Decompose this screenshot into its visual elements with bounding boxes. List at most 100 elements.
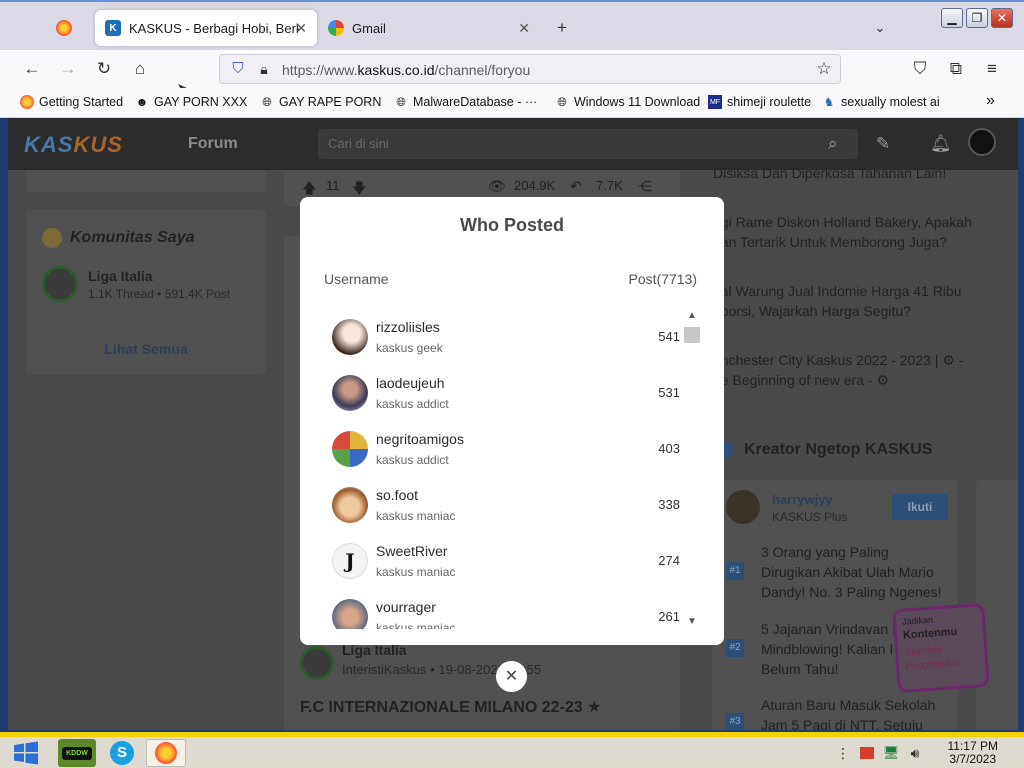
poster-avatar[interactable]: J: [332, 543, 368, 579]
tab-kaskus[interactable]: K KASKUS - Berbagi Hobi, Berk ✕: [95, 10, 317, 46]
scrollbar-thumb[interactable]: [684, 327, 700, 343]
tab-gmail[interactable]: Gmail ✕: [318, 10, 540, 46]
rank-badge: #2: [726, 639, 744, 657]
poster-count: 274: [658, 553, 680, 568]
volume-icon[interactable]: 🔊︎: [906, 739, 924, 767]
ranked-article[interactable]: 3 Orang yang Paling Dirugikan Akibat Ulah…: [761, 542, 942, 602]
system-clock[interactable]: 11:17 PM 3/7/2023: [948, 740, 998, 766]
close-modal-button[interactable]: ✕: [496, 661, 527, 692]
reply-arrow-icon[interactable]: ↶: [570, 178, 582, 195]
scroll-down-arrow-icon[interactable]: ▼: [684, 615, 700, 629]
bookmark-getting-started[interactable]: Getting Started: [20, 95, 123, 109]
search-icon[interactable]: ⌕: [828, 134, 838, 154]
poster-row[interactable]: so.foot kaskus maniac 338: [324, 477, 680, 533]
poster-rank: kaskus maniac: [376, 509, 456, 523]
firefox-icon: [56, 20, 72, 36]
minimize-window-button[interactable]: ▁: [941, 8, 963, 28]
firefox-icon: [20, 95, 34, 109]
lock-icon[interactable]: 🔒︎: [254, 59, 274, 79]
headline-item[interactable]: gan Tertarik Untuk Memborong Juga?: [713, 234, 947, 250]
address-bar[interactable]: ⛉ 🔒︎ https://www.kaskus.co.id/channel/fo…: [219, 54, 841, 84]
forum-link[interactable]: Forum: [188, 135, 238, 153]
poster-avatar[interactable]: [332, 431, 368, 467]
community-name[interactable]: Liga Italia: [88, 268, 153, 284]
kreator-name[interactable]: harrywjyy: [772, 492, 833, 507]
extensions-puzzle-icon[interactable]: ⧉: [946, 59, 966, 79]
bookmark-star-icon[interactable]: ☆: [814, 59, 834, 79]
share-count: 7.7K: [596, 178, 623, 193]
post-title[interactable]: F.C INTERNAZIONALE MILANO 22-23 ★: [300, 697, 601, 717]
poster-username[interactable]: so.foot: [376, 487, 418, 503]
headline-item[interactable]: Disiksa Dan Diperkosa Tahanan Lain!: [713, 165, 946, 181]
bookmark-item[interactable]: 🌐︎ MalwareDatabase - ···: [394, 95, 537, 110]
poster-avatar[interactable]: [332, 599, 368, 629]
home-icon[interactable]: ⌂: [130, 59, 150, 79]
tab-firefox-view[interactable]: [56, 10, 80, 46]
poster-username[interactable]: vourrager: [376, 599, 436, 615]
kreator-badge: KASKUS Plus: [772, 510, 848, 524]
poster-username[interactable]: SweetRiver: [376, 543, 448, 559]
poster-list-scrollbar[interactable]: ▲ ▼: [684, 309, 700, 629]
more-bookmarks-chevron-icon[interactable]: »: [986, 92, 995, 110]
poster-avatar[interactable]: [332, 319, 368, 355]
maximize-window-button[interactable]: ❐: [966, 8, 988, 28]
komunitas-card: Komunitas Saya Liga Italia 1.1K Thread •…: [26, 210, 266, 374]
bell-icon[interactable]: 🔔︎: [930, 134, 952, 154]
kaskus-search-input[interactable]: Cari di sini ⌕: [318, 129, 858, 159]
bookmark-item[interactable]: ☻ GAY PORN XXX: [135, 95, 248, 109]
kdenlive-taskbar-icon[interactable]: KDDW: [58, 739, 96, 767]
skype-taskbar-icon[interactable]: S: [104, 739, 140, 767]
close-window-button[interactable]: ✕: [991, 8, 1013, 28]
who-posted-modal: Who Posted Username Post(7713) rizzoliis…: [300, 197, 724, 645]
ranked-article[interactable]: Aturan Baru Masuk Sekolah Jam 5 Pagi di N…: [761, 695, 935, 730]
bookmark-item[interactable]: 🌐︎ GAY RAPE PORN: [260, 95, 381, 110]
close-tab-icon[interactable]: ✕: [295, 20, 307, 37]
bookmark-item[interactable]: ♞ sexually molest ai: [822, 95, 940, 109]
tracking-shield-icon[interactable]: ⛉: [228, 59, 248, 79]
poster-row[interactable]: rizzoliisles kaskus geek 541: [324, 309, 680, 365]
headline-item[interactable]: he Beginning of new era - ⚙: [713, 372, 889, 389]
headline-item[interactable]: eporsi, Wajarkah Harga Segitu?: [713, 303, 911, 319]
hamburger-menu-icon[interactable]: ≡: [982, 59, 1002, 79]
reload-icon[interactable]: ↻: [94, 59, 114, 79]
url-text[interactable]: https://www.kaskus.co.id/channel/foryou: [282, 62, 530, 78]
pocket-icon[interactable]: ⛉: [910, 59, 930, 79]
poster-row[interactable]: negritoamigos kaskus addict 403: [324, 421, 680, 477]
poster-count: 261: [658, 609, 680, 624]
poster-row[interactable]: laodeujeuh kaskus addict 531: [324, 365, 680, 421]
lihat-semua-link[interactable]: Lihat Semua: [26, 341, 266, 357]
poster-username[interactable]: rizzoliisles: [376, 319, 440, 335]
liga-italia-logo: [300, 646, 334, 680]
close-tab-icon[interactable]: ✕: [518, 20, 530, 37]
back-arrow-icon[interactable]: ←: [22, 59, 42, 79]
poster-avatar[interactable]: [332, 375, 368, 411]
poster-row[interactable]: J SweetRiver kaskus maniac 274: [324, 533, 680, 589]
headline-item[interactable]: anchester City Kaskus 2022 - 2023 | ⚙ -: [713, 352, 963, 369]
follow-button[interactable]: Ikuti: [892, 494, 948, 520]
new-tab-plus-icon[interactable]: +: [552, 18, 572, 38]
flag-icon[interactable]: [858, 739, 876, 767]
windows-start-icon[interactable]: [8, 739, 44, 767]
ranked-article[interactable]: 5 Jajanan Vrindavan I Mindblowing! Kalian…: [761, 619, 896, 679]
forward-arrow-icon[interactable]: →: [58, 59, 78, 79]
poster-username[interactable]: negritoamigos: [376, 431, 464, 447]
share-icon[interactable]: ⋲: [638, 178, 652, 195]
network-icon[interactable]: 🖥︎: [882, 739, 900, 767]
firefox-taskbar-icon[interactable]: [146, 739, 186, 767]
bookmark-item[interactable]: MF shimeji roulette: [708, 95, 811, 109]
poster-username[interactable]: laodeujeuh: [376, 375, 445, 391]
headline-item[interactable]: iral Warung Jual Indomie Harga 41 Ribu: [713, 283, 962, 299]
poster-list[interactable]: rizzoliisles kaskus geek 541 laodeujeuh …: [324, 309, 680, 629]
promo-sticker[interactable]: Jadikan Kontenmu Sumber Penghasilan: [892, 602, 990, 694]
browser-tab-strip: K KASKUS - Berbagi Hobi, Berk ✕ Gmail ✕ …: [0, 0, 1024, 50]
pencil-icon[interactable]: ✎: [876, 134, 890, 154]
bookmark-item[interactable]: 🌐︎ Windows 11 Download: [555, 95, 700, 110]
taskbar-overflow-dots-icon[interactable]: ⋮: [836, 739, 850, 767]
scroll-up-arrow-icon[interactable]: ▲: [684, 309, 700, 323]
poster-avatar[interactable]: [332, 487, 368, 523]
kaskus-logo[interactable]: KASKUS: [24, 132, 123, 158]
user-avatar[interactable]: [968, 128, 996, 156]
list-tabs-chevron-icon[interactable]: ⌄: [870, 18, 890, 38]
poster-row[interactable]: vourrager kaskus maniac 261: [324, 589, 680, 629]
headline-item[interactable]: agi Rame Diskon Holland Bakery, Apakah: [713, 214, 972, 230]
